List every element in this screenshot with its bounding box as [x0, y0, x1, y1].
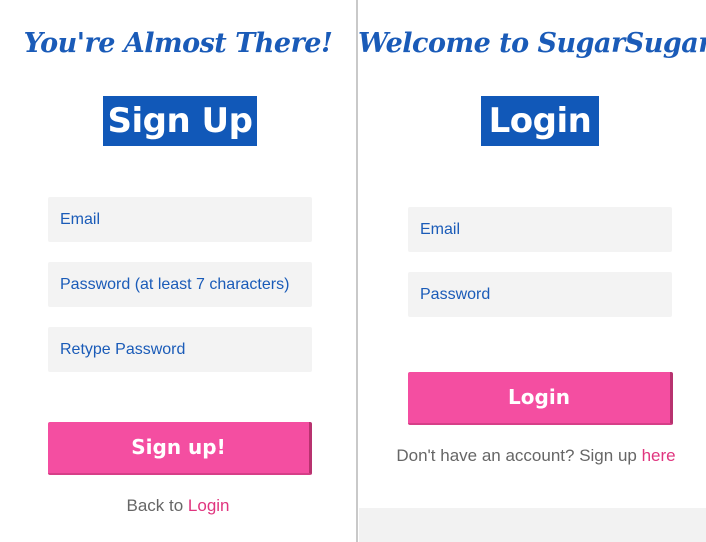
auth-page: You're Almost There! Sign Up Sign up! Ba…	[0, 0, 706, 542]
signup-password-field[interactable]	[48, 262, 312, 307]
signup-submit-button[interactable]: Sign up!	[48, 422, 312, 475]
signup-badge: Sign Up	[103, 96, 257, 146]
signup-panel: You're Almost There! Sign Up Sign up! Ba…	[0, 0, 356, 542]
login-submit-button[interactable]: Login	[408, 372, 673, 425]
signup-here-link[interactable]: here	[642, 446, 676, 465]
back-to-login-prefix: Back to	[126, 496, 188, 515]
back-to-login-text: Back to Login	[0, 496, 356, 516]
signup-email-field[interactable]	[48, 197, 312, 242]
signup-prompt-prefix: Don't have an account? Sign up	[396, 446, 642, 465]
login-badge: Login	[481, 96, 599, 146]
login-email-field[interactable]	[408, 207, 672, 252]
login-panel: Welcome to SugarSugar Login Login Don't …	[358, 0, 706, 542]
login-heading: Welcome to SugarSugar	[358, 28, 706, 59]
back-to-login-link[interactable]: Login	[188, 496, 230, 515]
footer-strip	[359, 508, 706, 542]
signup-heading: You're Almost There!	[23, 28, 333, 59]
signup-retype-password-field[interactable]	[48, 327, 312, 372]
signup-prompt-text: Don't have an account? Sign up here	[362, 446, 706, 466]
login-password-field[interactable]	[408, 272, 672, 317]
